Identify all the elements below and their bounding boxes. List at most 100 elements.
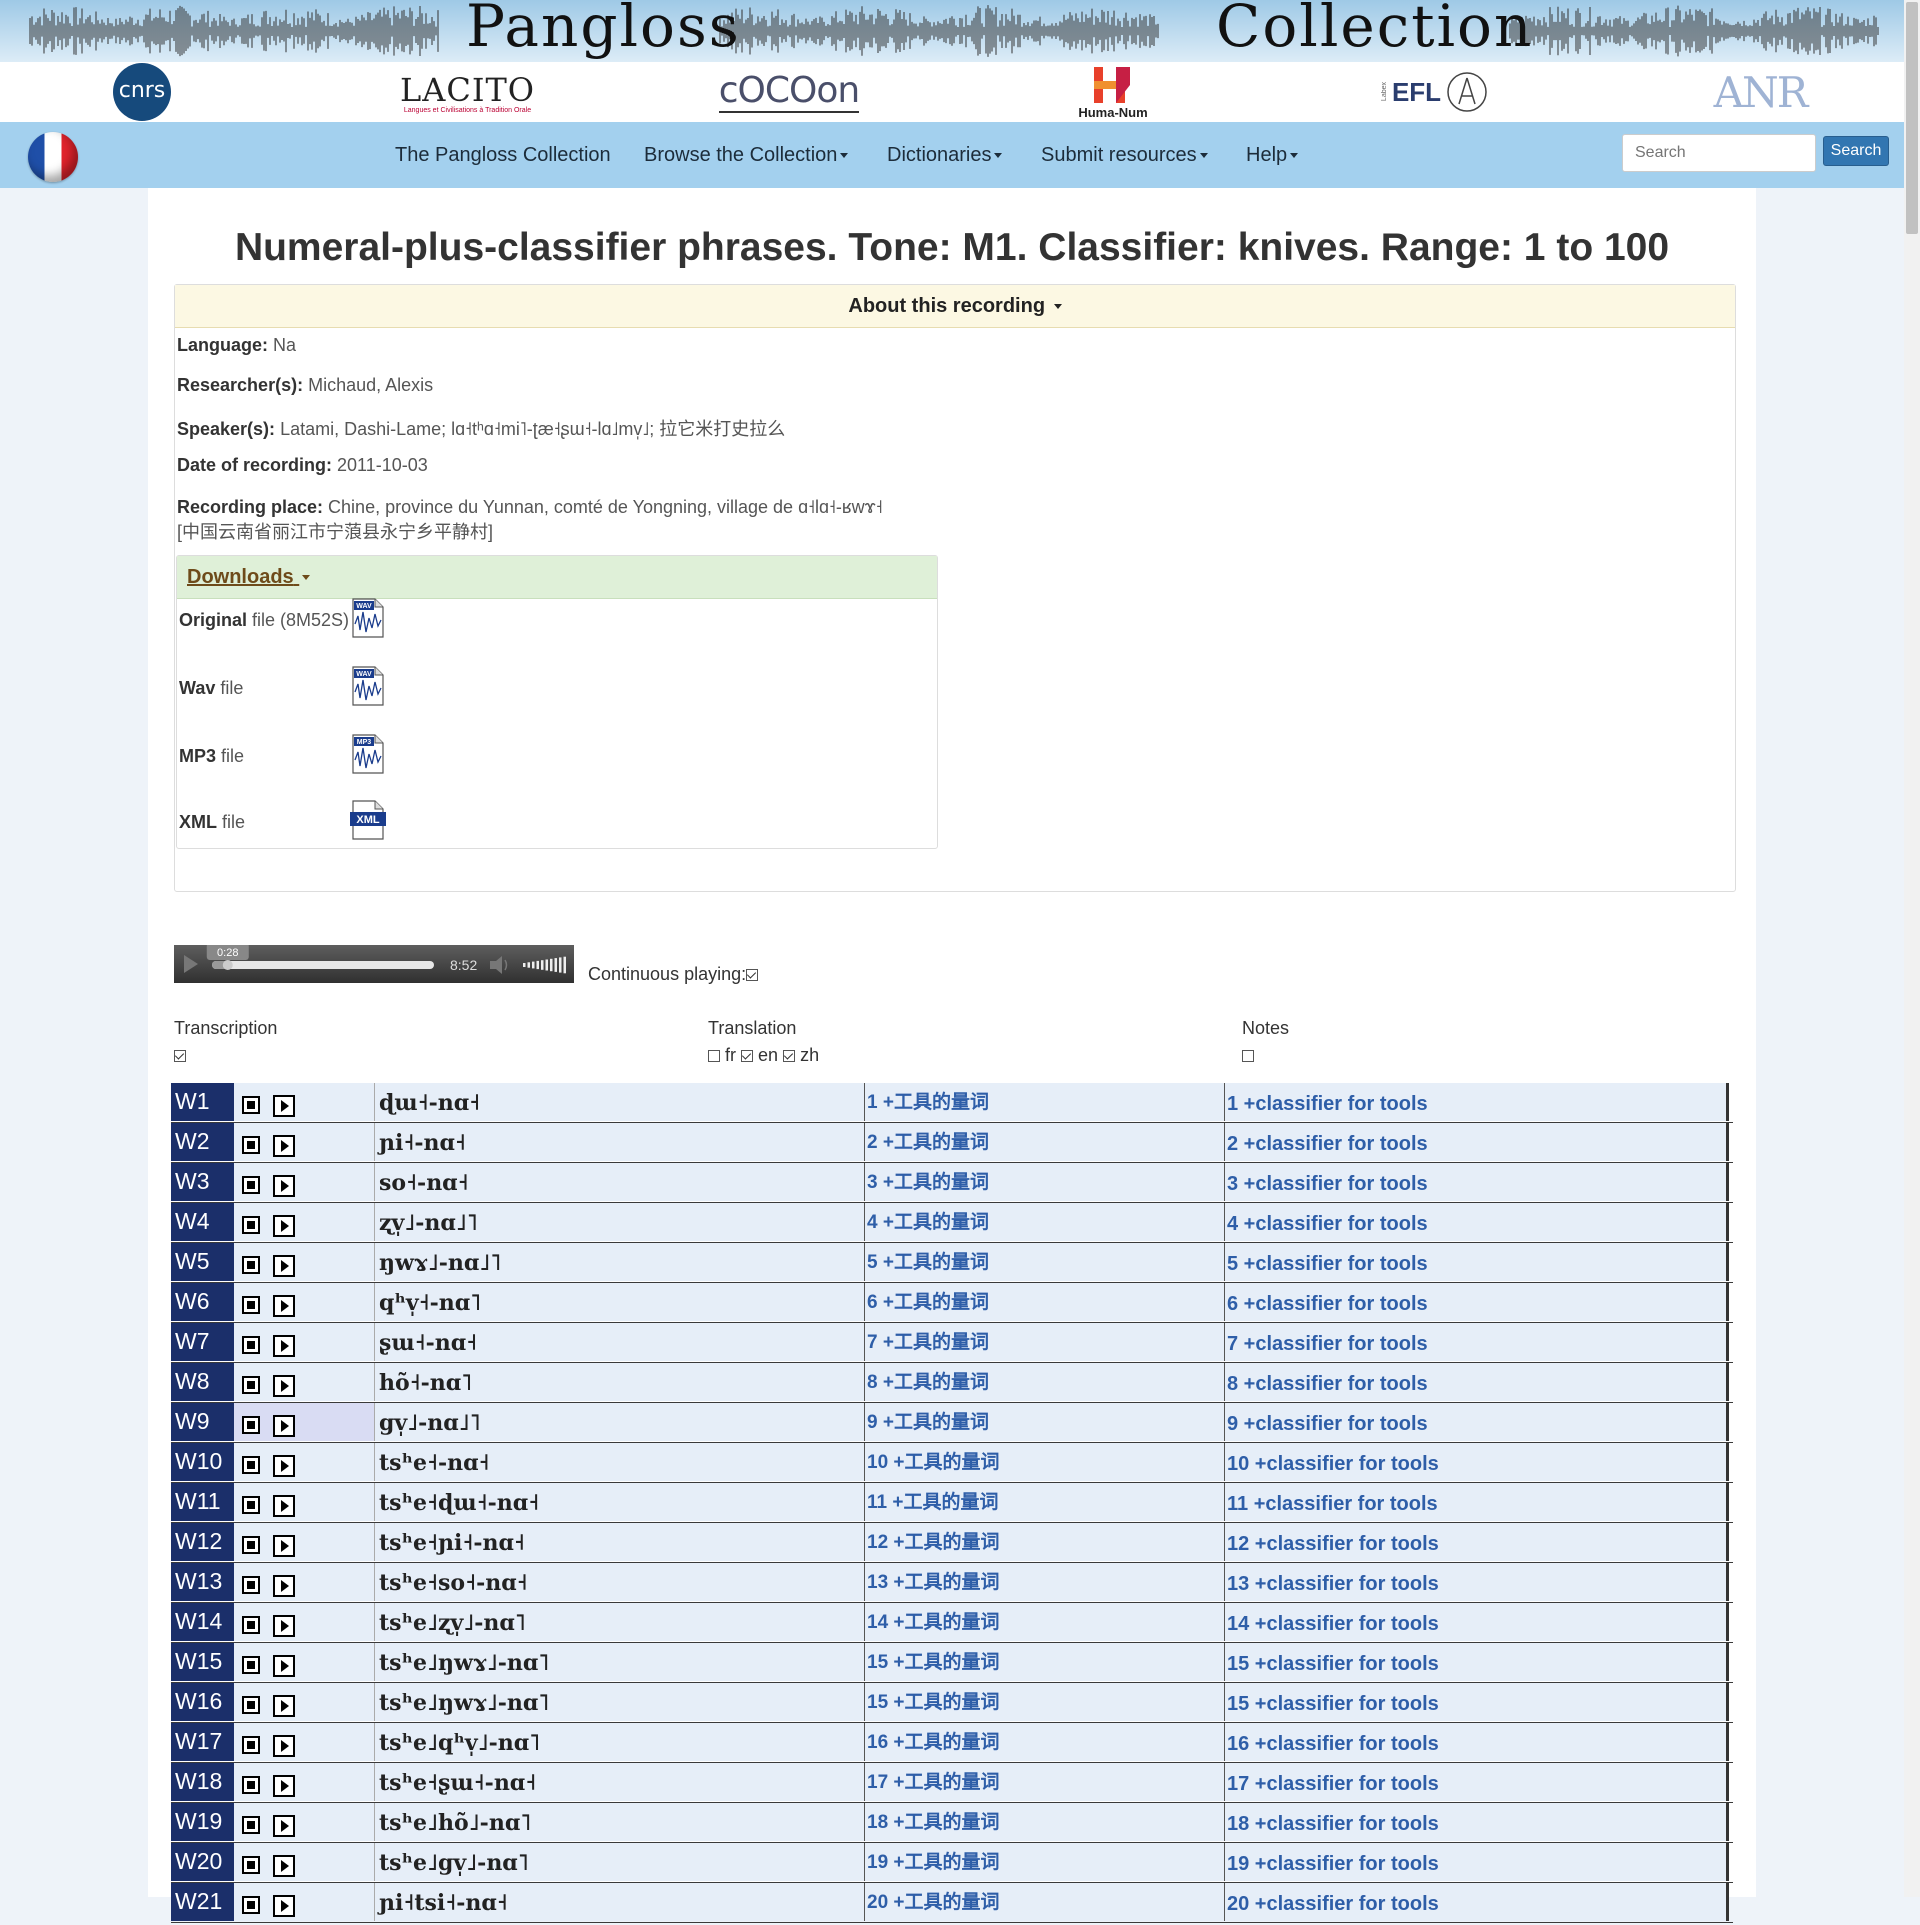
stop-icon[interactable]: [242, 1616, 260, 1634]
humanum-logo[interactable]: Huma-Num: [1070, 62, 1156, 122]
download-format: XML: [179, 812, 217, 832]
stop-icon[interactable]: [242, 1416, 260, 1434]
nav-label: The Pangloss Collection: [395, 144, 611, 166]
stop-icon[interactable]: [242, 1296, 260, 1314]
row-transcription: tsʰe˩gv̩˩-nɑ˥: [374, 1843, 864, 1881]
stop-icon[interactable]: [242, 1856, 260, 1874]
notes-checkbox[interactable]: [1242, 1050, 1254, 1063]
lang-fr-label: fr: [725, 1045, 737, 1065]
play-icon[interactable]: [273, 1375, 295, 1397]
play-icon[interactable]: [273, 1255, 295, 1277]
table-row: W14 tsʰe˩ʐv̩˩-nɑ˥ 14 +工具的量词 14 +classifier …: [171, 1603, 1733, 1643]
stop-icon[interactable]: [242, 1336, 260, 1354]
stop-icon[interactable]: [242, 1256, 260, 1274]
play-icon[interactable]: [184, 955, 198, 973]
cnrs-logo[interactable]: cnrs: [110, 62, 174, 122]
efl-logo[interactable]: Labex EFL: [1380, 62, 1490, 122]
play-icon[interactable]: [273, 1175, 295, 1197]
play-icon[interactable]: [273, 1775, 295, 1797]
wav-file-icon[interactable]: WAV: [349, 598, 387, 638]
downloads-header: Downloads: [177, 556, 937, 599]
play-icon[interactable]: [273, 1415, 295, 1437]
seek-handle[interactable]: [222, 960, 233, 970]
play-icon[interactable]: [273, 1575, 295, 1597]
nav-pangloss-collection[interactable]: The Pangloss Collection: [395, 144, 611, 167]
play-icon[interactable]: [273, 1735, 295, 1757]
row-controls: [234, 1323, 374, 1361]
nav-submit-resources[interactable]: Submit resources: [1041, 144, 1208, 167]
nav-browse-collection[interactable]: Browse the Collection: [644, 144, 849, 167]
row-translation-zh: 11 +工具的量词: [864, 1483, 1224, 1521]
play-icon[interactable]: [273, 1455, 295, 1477]
stop-icon[interactable]: [242, 1816, 260, 1834]
stop-icon[interactable]: [242, 1736, 260, 1754]
play-icon[interactable]: [273, 1215, 295, 1237]
nav-dictionaries[interactable]: Dictionaries: [887, 144, 1003, 167]
volume-slider[interactable]: [523, 956, 566, 974]
play-icon[interactable]: [273, 1815, 295, 1837]
play-icon[interactable]: [273, 1615, 295, 1637]
lacito-logo[interactable]: LACITO Langues et Civilisations à Tradit…: [400, 62, 535, 122]
row-translation-en: 12 +classifier for tools: [1224, 1523, 1729, 1561]
row-translation-zh: 17 +工具的量词: [864, 1763, 1224, 1801]
row-translation-zh: 15 +工具的量词: [864, 1643, 1224, 1681]
xml-file-icon[interactable]: XML: [349, 800, 387, 840]
humanum-logo-text: Huma-Num: [1078, 104, 1148, 120]
row-translation-en: 19 +classifier for tools: [1224, 1843, 1729, 1881]
play-icon[interactable]: [273, 1655, 295, 1677]
page-scrollbar[interactable]: [1904, 0, 1920, 1897]
play-icon[interactable]: [273, 1495, 295, 1517]
search-button[interactable]: Search: [1823, 136, 1889, 166]
duration: 8:52: [450, 957, 477, 973]
row-translation-en: 18 +classifier for tools: [1224, 1803, 1729, 1841]
play-icon[interactable]: [273, 1855, 295, 1877]
play-icon[interactable]: [273, 1135, 295, 1157]
play-icon[interactable]: [273, 1535, 295, 1557]
stop-icon[interactable]: [242, 1216, 260, 1234]
stop-icon[interactable]: [242, 1576, 260, 1594]
lang-zh-checkbox[interactable]: [783, 1050, 796, 1063]
stop-icon[interactable]: [242, 1496, 260, 1514]
play-icon[interactable]: [273, 1095, 295, 1117]
transcription-checkbox[interactable]: [174, 1050, 186, 1063]
row-controls: [234, 1443, 374, 1481]
date-label: Date of recording:: [177, 455, 333, 475]
seek-bar[interactable]: [212, 961, 434, 969]
play-icon[interactable]: [273, 1295, 295, 1317]
stop-icon[interactable]: [242, 1696, 260, 1714]
nav-help[interactable]: Help: [1246, 144, 1299, 167]
downloads-panel: Downloads Original file (8M52S) WAV Wav fi…: [176, 555, 938, 849]
lang-en-checkbox[interactable]: [741, 1050, 754, 1063]
stop-icon[interactable]: [242, 1136, 260, 1154]
anr-logo[interactable]: ANR: [1710, 62, 1810, 122]
cocoon-logo[interactable]: cOCOon: [714, 62, 864, 122]
stop-icon[interactable]: [242, 1536, 260, 1554]
downloads-toggle[interactable]: Downloads: [187, 566, 311, 589]
continuous-playing-checkbox[interactable]: [746, 969, 759, 982]
stop-icon[interactable]: [242, 1096, 260, 1114]
volume-icon[interactable]: [490, 956, 508, 974]
mp3-file-icon[interactable]: MP3: [349, 734, 387, 774]
stop-icon[interactable]: [242, 1456, 260, 1474]
search-input[interactable]: [1622, 134, 1816, 172]
wav-file-icon[interactable]: WAV: [349, 666, 387, 706]
stop-icon[interactable]: [242, 1176, 260, 1194]
anr-logo-text: ANR: [1713, 67, 1809, 117]
about-recording-toggle[interactable]: About this recording: [175, 285, 1735, 328]
stop-icon[interactable]: [242, 1896, 260, 1914]
continuous-playing: Continuous playing:: [588, 964, 759, 985]
caret-down-icon: [302, 575, 311, 581]
lang-fr-checkbox[interactable]: [708, 1050, 720, 1063]
scrollbar-thumb[interactable]: [1906, 2, 1918, 234]
french-flag-icon[interactable]: [28, 132, 78, 182]
row-controls: [234, 1683, 374, 1721]
row-translation-zh: 14 +工具的量词: [864, 1603, 1224, 1641]
row-transcription: tsʰe˧ɲi˧-nɑ˧: [374, 1523, 864, 1561]
play-icon[interactable]: [273, 1335, 295, 1357]
play-icon[interactable]: [273, 1695, 295, 1717]
stop-icon[interactable]: [242, 1776, 260, 1794]
nav-label: Help: [1246, 144, 1288, 166]
stop-icon[interactable]: [242, 1656, 260, 1674]
stop-icon[interactable]: [242, 1376, 260, 1394]
play-icon[interactable]: [273, 1895, 295, 1917]
